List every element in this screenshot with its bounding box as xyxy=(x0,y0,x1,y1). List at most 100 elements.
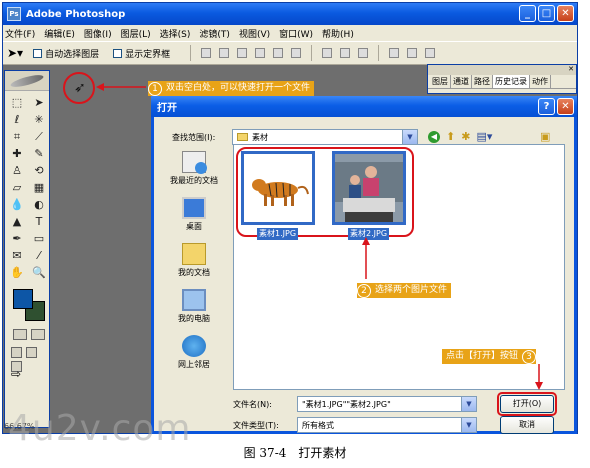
distribute-left-icon[interactable] xyxy=(389,48,400,58)
close-window-button[interactable]: ✕ xyxy=(557,5,574,22)
tab-layers[interactable]: 图层 xyxy=(430,75,451,88)
place-my-documents-label: 我的文档 xyxy=(178,268,210,277)
menu-select[interactable]: 选择(S) xyxy=(160,27,191,40)
marquee-tool-icon[interactable]: ⬚ xyxy=(8,95,26,110)
menu-file[interactable]: 文件(F) xyxy=(5,27,35,40)
screen-mode-full-menu-button[interactable] xyxy=(26,347,37,358)
menu-bar: 文件(F) 编辑(E) 图像(I) 图层(L) 选择(S) 滤镜(T) 视图(V… xyxy=(3,25,577,41)
history-palette: ✕ 图层 通道 路径 历史记录 动作 xyxy=(427,64,577,94)
back-icon[interactable]: ◀ xyxy=(428,130,440,143)
slice-tool-icon[interactable]: ⟋ xyxy=(30,129,48,144)
place-desktop[interactable]: 桌面 xyxy=(163,197,225,241)
toolbox-header xyxy=(5,71,49,91)
align-middle-icon[interactable] xyxy=(219,48,230,58)
blur-tool-icon[interactable]: 💧 xyxy=(8,197,26,212)
chevron-down-icon: ▼ xyxy=(402,130,417,144)
maximize-button[interactable]: □ xyxy=(538,5,555,22)
cancel-button[interactable]: 取消 xyxy=(500,416,554,434)
step2-callout: 2 选择两个图片文件 xyxy=(357,283,452,298)
step2-arrow xyxy=(362,237,370,279)
folder-icon xyxy=(237,133,248,141)
move-tool-preset-icon[interactable]: ➤▾ xyxy=(7,46,23,60)
show-bounds-checkbox[interactable] xyxy=(113,48,123,58)
step1-callout: 1 双击空白处，可以快速打开一个文件 xyxy=(148,81,315,96)
brush-tool-icon[interactable]: ✎ xyxy=(30,146,48,161)
palette-close-icon[interactable]: ✕ xyxy=(568,65,574,73)
standard-mode-button[interactable] xyxy=(13,329,27,340)
align-left-icon[interactable] xyxy=(255,48,266,58)
menu-help[interactable]: 帮助(H) xyxy=(322,27,354,40)
place-my-computer[interactable]: 我的电脑 xyxy=(163,289,225,333)
auto-select-label: 自动选择图层 xyxy=(45,49,100,60)
dodge-tool-icon[interactable]: ◐ xyxy=(30,197,48,212)
menu-edit[interactable]: 编辑(E) xyxy=(44,27,75,40)
menu-layer[interactable]: 图层(L) xyxy=(121,27,151,40)
eyedropper-tool-icon[interactable]: ⁄ xyxy=(30,248,48,263)
lasso-tool-icon[interactable]: ℓ xyxy=(8,112,26,127)
place-network-label: 网上邻居 xyxy=(178,360,210,369)
place-network[interactable]: 网上邻居 xyxy=(163,335,225,379)
align-top-icon[interactable] xyxy=(201,48,212,58)
healing-brush-tool-icon[interactable]: ✚ xyxy=(8,146,26,161)
hand-tool-icon[interactable]: ✋ xyxy=(8,265,26,280)
mouse-cursor-icon: ➶ xyxy=(74,80,86,96)
magic-wand-tool-icon[interactable]: ✳ xyxy=(30,112,48,127)
chevron-down-icon: ▼ xyxy=(461,397,476,411)
distribute-middle-icon[interactable] xyxy=(340,48,351,58)
filename-label: 文件名(N): xyxy=(233,400,272,409)
tab-history[interactable]: 历史记录 xyxy=(493,75,530,88)
distribute-right-icon[interactable] xyxy=(425,48,436,58)
pen-tool-icon[interactable]: ✒ xyxy=(8,231,26,246)
place-recent-label: 我最近的文档 xyxy=(170,176,218,185)
minimize-button[interactable]: _ xyxy=(519,5,536,22)
distribute-top-icon[interactable] xyxy=(322,48,333,58)
dialog-help-button[interactable]: ? xyxy=(538,98,555,115)
crop-tool-icon[interactable]: ⌗ xyxy=(8,129,26,144)
foreground-color-swatch[interactable] xyxy=(13,289,33,309)
filetype-value: 所有格式 xyxy=(302,420,334,430)
eraser-tool-icon[interactable]: ▱ xyxy=(8,180,26,195)
gradient-tool-icon[interactable]: ▦ xyxy=(30,180,48,195)
distribute-center-icon[interactable] xyxy=(407,48,418,58)
up-folder-icon[interactable]: ⬆ xyxy=(446,130,455,143)
look-in-value: 素材 xyxy=(252,132,268,142)
screen-mode-standard-button[interactable] xyxy=(11,347,22,358)
menu-window[interactable]: 窗口(W) xyxy=(279,27,313,40)
new-folder-icon[interactable]: ✱ xyxy=(461,130,470,143)
quick-mask-mode-button[interactable] xyxy=(31,329,45,340)
place-my-computer-label: 我的电脑 xyxy=(178,314,210,323)
notes-tool-icon[interactable]: ✉ xyxy=(8,248,26,263)
folder-browse-icon[interactable]: ▣ xyxy=(540,130,550,143)
open-button[interactable]: 打开(O) xyxy=(500,395,554,413)
menu-filter[interactable]: 滤镜(T) xyxy=(199,27,230,40)
type-tool-icon[interactable]: T xyxy=(30,214,48,229)
tab-actions[interactable]: 动作 xyxy=(530,75,551,88)
move-tool-icon[interactable]: ➤ xyxy=(30,95,48,110)
clone-stamp-tool-icon[interactable]: ♙ xyxy=(8,163,26,178)
filename-input[interactable]: "素材1.JPG""素材2.JPG" ▼ xyxy=(297,396,477,412)
distribute-bottom-icon[interactable] xyxy=(358,48,369,58)
align-bottom-icon[interactable] xyxy=(237,48,248,58)
dialog-close-button[interactable]: ✕ xyxy=(557,98,574,115)
jump-to-imageready-icon[interactable]: ⇨ xyxy=(11,367,21,381)
look-in-dropdown[interactable]: 素材 ▼ xyxy=(232,129,418,145)
align-center-icon[interactable] xyxy=(273,48,284,58)
menu-image[interactable]: 图像(I) xyxy=(84,27,112,40)
menu-view[interactable]: 视图(V) xyxy=(239,27,270,40)
place-recent[interactable]: 我最近的文档 xyxy=(163,151,225,195)
shape-tool-icon[interactable]: ▭ xyxy=(30,231,48,246)
divider xyxy=(311,45,313,61)
view-menu-icon[interactable]: ▤▾ xyxy=(476,130,492,143)
zoom-tool-icon[interactable]: 🔍 xyxy=(30,265,48,280)
step3-text: 点击【打开】按钮 xyxy=(446,351,519,361)
tab-channels[interactable]: 通道 xyxy=(451,75,472,88)
align-right-icon[interactable] xyxy=(291,48,302,58)
path-selection-tool-icon[interactable]: ▲ xyxy=(8,214,26,229)
history-brush-tool-icon[interactable]: ⟲ xyxy=(30,163,48,178)
place-my-documents[interactable]: 我的文档 xyxy=(163,243,225,287)
open-file-dialog: 打开 ? ✕ 查找范围(I): 素材 ▼ ◀ ⬆ ✱ ▤▾ ▣ 我最近的文档 桌… xyxy=(151,96,577,434)
auto-select-checkbox[interactable] xyxy=(33,48,43,58)
tab-paths[interactable]: 路径 xyxy=(472,75,493,88)
filetype-dropdown[interactable]: 所有格式 ▼ xyxy=(297,417,477,433)
options-bar: ➤▾ 自动选择图层 显示定界框 xyxy=(3,41,577,65)
